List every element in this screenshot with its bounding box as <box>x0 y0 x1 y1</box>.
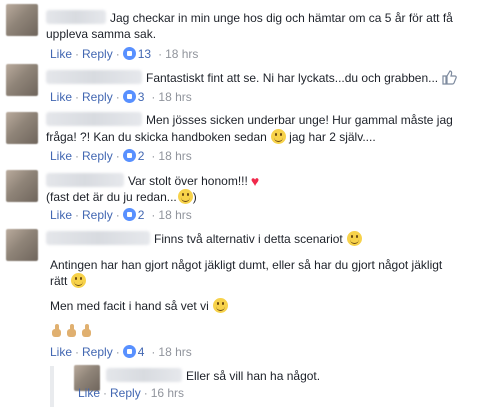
commenter-name[interactable] <box>46 173 124 187</box>
smile-emoji-icon <box>177 189 193 204</box>
comment-text: Finns två alternativ i detta scenariot <box>46 231 362 247</box>
comment-text-line2: Antingen har han gjort något jäkligt dum… <box>50 258 443 272</box>
commenter-name[interactable] <box>46 70 142 84</box>
comment-text-line3: rätt <box>50 273 87 289</box>
reply-link[interactable]: Reply <box>82 90 113 104</box>
timestamp[interactable]: 18 hrs <box>158 345 191 359</box>
reply-link[interactable]: Reply <box>82 345 113 359</box>
smile-emoji-icon <box>71 273 87 288</box>
reply-link[interactable]: Reply <box>110 386 141 400</box>
thumbs-up-emoji-icon <box>50 323 63 338</box>
like-link[interactable]: Like <box>50 149 72 163</box>
comment-actions: Like · Reply · 16 hrs <box>78 386 185 400</box>
smile-emoji-icon <box>212 298 228 313</box>
comment-actions: Like · Reply · 3 · 18 hrs <box>50 90 192 104</box>
commenter-name[interactable] <box>46 112 142 126</box>
comment-text-line2: (fast det är du ju redan...) <box>46 189 197 204</box>
thumbs-up-emoji-icon <box>80 323 93 338</box>
comment-text: Fantastiskt fint att se. Ni har lyckats.… <box>46 69 457 86</box>
comment-actions: Like · Reply · 4 · 18 hrs <box>50 345 192 359</box>
avatar[interactable] <box>6 170 38 202</box>
timestamp[interactable]: 18 hrs <box>158 90 191 104</box>
reaction-count[interactable]: 3 <box>138 90 145 104</box>
like-link[interactable]: Like <box>50 90 72 104</box>
thumbs-emoji-row <box>50 323 95 339</box>
comment-text: Eller så vill han ha något. <box>106 368 320 384</box>
avatar[interactable] <box>6 64 38 96</box>
like-reaction-icon <box>122 47 136 60</box>
smile-emoji-icon <box>270 129 286 144</box>
like-reaction-icon <box>122 149 136 162</box>
like-link[interactable]: Like <box>78 386 100 400</box>
like-reaction-icon <box>122 208 136 221</box>
like-link[interactable]: Like <box>50 208 72 222</box>
timestamp[interactable]: 16 hrs <box>151 386 184 400</box>
reply-link[interactable]: Reply <box>82 208 113 222</box>
comment-actions: Like · Reply · 2 · 18 hrs <box>50 208 192 222</box>
thumbs-up-emoji-icon <box>65 323 78 338</box>
reply-link[interactable]: Reply <box>82 47 113 61</box>
timestamp[interactable]: 18 hrs <box>158 149 191 163</box>
reaction-count[interactable]: 13 <box>138 47 151 61</box>
like-reaction-icon <box>122 90 136 103</box>
comment-actions: Like · Reply · 2 · 18 hrs <box>50 149 192 163</box>
smile-emoji-icon <box>346 231 362 246</box>
comment-text-line4: Men med facit i hand så vet vi <box>50 298 228 314</box>
avatar[interactable] <box>6 4 38 36</box>
commenter-name[interactable] <box>46 10 106 24</box>
comment-text-line2: uppleva samma sak. <box>46 27 157 41</box>
avatar[interactable] <box>6 112 38 144</box>
reply-thread-line <box>50 366 54 407</box>
commenter-name[interactable] <box>106 368 182 382</box>
reaction-count[interactable]: 2 <box>138 208 145 222</box>
timestamp[interactable]: 18 hrs <box>158 208 191 222</box>
timestamp[interactable]: 18 hrs <box>165 47 198 61</box>
comment-text: Var stolt över honom!!! ♥ <box>46 173 259 189</box>
reaction-count[interactable]: 2 <box>138 149 145 163</box>
like-link[interactable]: Like <box>50 345 72 359</box>
comment-text: Men jösses sicken underbar unge! Hur gam… <box>46 112 453 128</box>
commenter-name[interactable] <box>46 231 150 245</box>
thumbs-up-icon <box>442 70 457 85</box>
comment-actions: Like · Reply · 13 · 18 hrs <box>50 47 199 61</box>
avatar[interactable] <box>6 229 38 261</box>
heart-emoji-icon: ♥ <box>250 173 260 189</box>
like-reaction-icon <box>122 345 136 358</box>
like-link[interactable]: Like <box>50 47 72 61</box>
reaction-count[interactable]: 4 <box>138 345 145 359</box>
reply-link[interactable]: Reply <box>82 149 113 163</box>
comment-text: Jag checkar in min unge hos dig och hämt… <box>46 10 453 26</box>
comment-text-line2: fråga! ?! Kan du skicka handboken sedan … <box>46 129 376 144</box>
